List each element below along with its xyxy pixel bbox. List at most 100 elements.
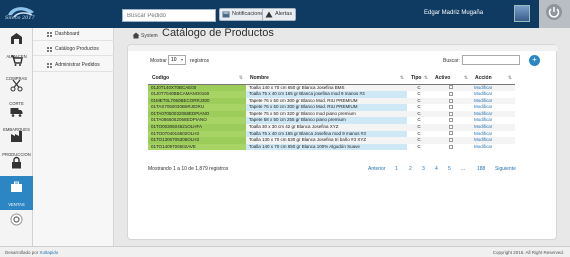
modify-link[interactable]: Modificar	[471, 84, 515, 92]
table-row: 01TO0030504621OLHFA Toalla 30 x 30 cm 42 …	[148, 124, 515, 131]
product-code-cell: 01TO0704016502OLH3	[148, 130, 246, 138]
truck-icon	[10, 108, 23, 117]
modify-link[interactable]: Modificar	[471, 143, 515, 151]
column-header-tipo[interactable]: Tipo ⇅	[407, 73, 431, 85]
show-label: Mostrar	[150, 58, 167, 64]
alerts-button[interactable]: Alertas	[262, 8, 297, 21]
column-header-accion[interactable]: Acción ⇅	[471, 73, 515, 85]
submenu-item-dashboard[interactable]: Dashboard	[33, 28, 114, 41]
lock-icon	[12, 156, 21, 169]
column-header-nombre[interactable]: Nombre ⇅	[246, 73, 407, 85]
modify-link[interactable]: Modificar	[471, 117, 515, 125]
modify-link[interactable]: Modificar	[471, 124, 515, 131]
column-header-codigo[interactable]: Codigo ⇅	[148, 73, 246, 85]
checkbox-icon[interactable]	[449, 131, 453, 136]
briefcase-icon	[11, 181, 22, 192]
breadcrumb-separator-icon: ›	[155, 33, 157, 39]
table-row: 01J0T7040BBCAMANO0160 Toalla 75 x 40 cm 1…	[148, 91, 515, 98]
product-name-cell: Toalla 75 x 40 cm 165 gr Blanca Josefina…	[246, 130, 407, 138]
add-product-button[interactable]: +	[529, 55, 540, 66]
pager-page-4[interactable]: 4	[435, 166, 438, 172]
table-row: 01TAS7050030B6RJIDRU Tapete 76 x 50 cm 30…	[148, 104, 515, 111]
table-row: 01TA07050032068EDPIANO Tapete 75 x 50 cm …	[148, 110, 515, 118]
product-type-cell: C	[407, 104, 431, 111]
search-order-input[interactable]	[122, 9, 216, 22]
developer-link[interactable]: Xoltapido	[40, 250, 59, 255]
grid-icon	[47, 47, 52, 52]
product-code-cell: 01TO1300705305OLH3	[148, 137, 246, 144]
table-row: 01MET0L7050BECORRJ300 Tapete 76 x 50 cm 3…	[148, 97, 515, 105]
active-checkbox[interactable]	[431, 104, 471, 111]
settings-icon[interactable]	[10, 213, 23, 226]
active-checkbox[interactable]	[431, 97, 471, 105]
pager-next[interactable]: Siguiente	[495, 166, 516, 172]
checkbox-icon[interactable]	[449, 124, 453, 129]
checkbox-icon[interactable]	[449, 111, 453, 116]
pager-page-last[interactable]: 188	[477, 166, 485, 172]
company-logo	[8, 7, 34, 18]
product-name-cell: Tapete 76 x 50 cm 300 gr Blanco Mod. RIU…	[246, 104, 407, 111]
product-name-cell: Tapete 58 x 50 cm 255 gr Blanco piano pr…	[246, 117, 407, 125]
user-name[interactable]: Edgar Madriz Mugaña	[424, 10, 483, 16]
pager-page-2[interactable]: 2	[409, 166, 412, 172]
home-icon[interactable]	[132, 32, 140, 39]
pager-page-1[interactable]: 1	[395, 166, 398, 172]
active-checkbox[interactable]	[431, 91, 471, 98]
sort-icon: ⇅	[463, 75, 468, 82]
pager-page-5[interactable]: 5	[448, 166, 451, 172]
page-title: Catálogo de Productos	[162, 27, 274, 39]
active-checkbox[interactable]	[431, 110, 471, 118]
pager-previous[interactable]: Anterior	[368, 166, 386, 172]
active-checkbox[interactable]	[431, 84, 471, 92]
product-type-cell: C	[407, 137, 431, 144]
top-bar: Sileco 2017 Notificaciones Alertas Edgar…	[0, 0, 570, 28]
table-row: 01TO1409706502AVE Toalla 140 x 70 cm 650 …	[148, 143, 515, 151]
modify-link[interactable]: Modificar	[471, 104, 515, 111]
product-code-cell: 01TAS7050030B6RJIDRU	[148, 104, 246, 111]
checkbox-icon[interactable]	[449, 91, 453, 96]
sidebar-item-ventas[interactable]: VENTAS	[0, 176, 33, 210]
checkbox-icon[interactable]	[449, 105, 453, 110]
plus-icon: +	[532, 55, 537, 64]
product-code-cell: 01TO1409706502AVE	[148, 143, 246, 151]
footer-copyright: Copyright 2016. All Right Reserved.	[492, 250, 564, 255]
table-row: 01TO0704016502OLH3 Toalla 75 x 40 cm 165 …	[148, 130, 515, 138]
records-label: registros	[190, 58, 210, 64]
modify-link[interactable]: Modificar	[471, 97, 515, 105]
active-checkbox[interactable]	[431, 143, 471, 151]
checkbox-icon[interactable]	[449, 85, 453, 90]
modify-link[interactable]: Modificar	[471, 137, 515, 144]
modify-link[interactable]: Modificar	[471, 110, 515, 118]
product-type-cell: C	[407, 91, 431, 98]
active-checkbox[interactable]	[431, 137, 471, 144]
active-checkbox[interactable]	[431, 130, 471, 138]
product-type-cell: C	[407, 130, 431, 138]
alerts-label: Alertas	[275, 11, 293, 17]
product-code-cell: 01J0T140X70BCAE00	[148, 84, 246, 92]
modify-link[interactable]: Modificar	[471, 130, 515, 138]
modify-link[interactable]: Modificar	[471, 91, 515, 98]
page-size-select[interactable]: 10 ▾	[168, 55, 186, 65]
product-name-cell: Toalla 140 x 70 cm 650 gr Blanca Josefin…	[246, 84, 407, 92]
logout-button[interactable]	[539, 0, 570, 28]
table-info: Mostrando 1 a 10 de 1,879 registros	[148, 166, 229, 172]
table-search-input[interactable]	[462, 55, 520, 65]
checkbox-icon[interactable]	[449, 118, 453, 123]
sort-icon: ⇅	[238, 75, 243, 82]
product-type-cell: C	[407, 117, 431, 125]
product-name-cell: Tapete 75 x 50 cm 320 gr Blanco mod pian…	[246, 110, 407, 118]
active-checkbox[interactable]	[431, 124, 471, 131]
checkbox-icon[interactable]	[449, 98, 453, 103]
table-row: 01TA0865052068EDPIANO Tapete 58 x 50 cm 2…	[148, 117, 515, 125]
scissors-icon	[10, 79, 23, 92]
column-header-activo[interactable]: Activo ⇅	[431, 73, 471, 85]
pager-page-3[interactable]: 3	[422, 166, 425, 172]
avatar[interactable]	[514, 5, 530, 22]
checkbox-icon[interactable]	[449, 138, 453, 143]
submenu-item-catalogo-productos[interactable]: Catálogo Productos	[33, 43, 114, 56]
power-icon	[546, 4, 562, 20]
search-label: Buscar:	[443, 58, 460, 64]
checkbox-icon[interactable]	[449, 144, 453, 149]
submenu-item-administrar-pedidos[interactable]: Administrar Pedidos	[33, 59, 114, 72]
active-checkbox[interactable]	[431, 117, 471, 125]
